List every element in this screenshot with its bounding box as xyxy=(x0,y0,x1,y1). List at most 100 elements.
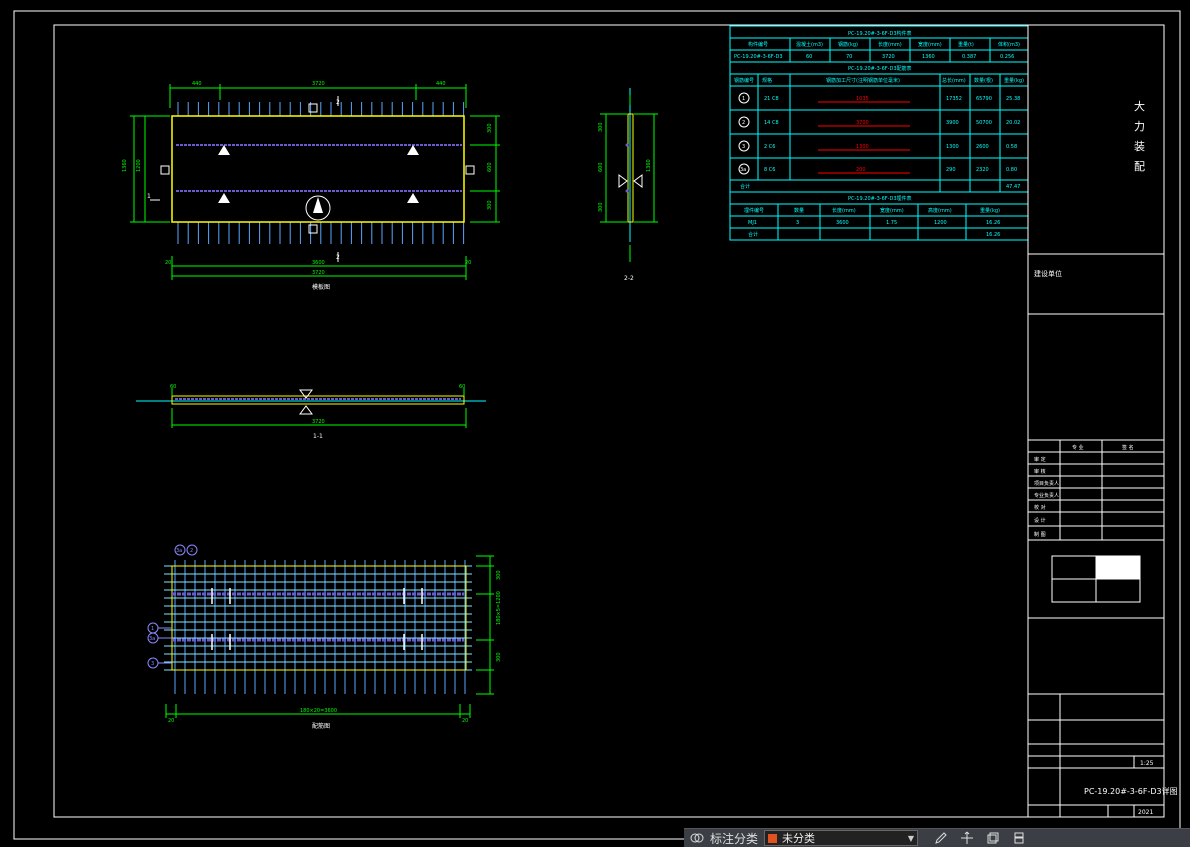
svg-text:PC-19.20#-3-6F-D3配筋表: PC-19.20#-3-6F-D3配筋表 xyxy=(848,65,912,72)
svg-text:混凝土(m3): 混凝土(m3) xyxy=(796,41,823,48)
svg-text:专 业: 专 业 xyxy=(1072,444,1084,451)
svg-text:2: 2 xyxy=(190,548,193,554)
rebar-id: 3 xyxy=(742,144,745,150)
pencil-icon[interactable] xyxy=(932,830,950,846)
svg-text:1360: 1360 xyxy=(646,159,652,172)
date-value: 2021 xyxy=(1138,809,1153,816)
svg-text:钢筋加工尺寸(注明钢筋单位毫米): 钢筋加工尺寸(注明钢筋单位毫米) xyxy=(826,77,900,84)
svg-text:2: 2 xyxy=(336,99,340,106)
plan-view-label: 模板图 xyxy=(312,283,330,291)
rebar-weight: 25.38 xyxy=(1006,96,1020,102)
rebar-length: 1300 xyxy=(946,144,959,150)
svg-text:3600: 3600 xyxy=(836,220,849,226)
svg-text:合计: 合计 xyxy=(748,231,758,238)
svg-text:3a: 3a xyxy=(149,636,155,642)
svg-text:埋件编号: 埋件编号 xyxy=(744,207,764,214)
svg-text:体积(m3): 体积(m3) xyxy=(998,41,1020,48)
svg-text:1200: 1200 xyxy=(136,159,142,172)
svg-text:项目负责人: 项目负责人 xyxy=(1034,480,1059,487)
svg-text:300: 300 xyxy=(598,202,604,212)
construction-unit: 建设单位 xyxy=(1034,269,1062,278)
annotation-scale-icon[interactable] xyxy=(688,830,706,846)
dim-top-left: 440 xyxy=(192,81,202,87)
rebar-weight: 0.80 xyxy=(1006,167,1017,173)
rebar-count: 65790 xyxy=(976,96,992,102)
svg-text:构件编号: 构件编号 xyxy=(748,41,768,48)
svg-text:1200: 1200 xyxy=(934,220,947,226)
rebar-id: 3a xyxy=(740,167,746,173)
dim-top-right: 440 xyxy=(436,81,446,87)
svg-text:60: 60 xyxy=(459,384,465,390)
svg-text:规格: 规格 xyxy=(762,77,772,84)
drawing-name: PC-19.20#-3-6F-D3详图 xyxy=(1084,786,1178,796)
svg-text:MJ1: MJ1 xyxy=(748,220,757,226)
rebar-dim: 1035 xyxy=(856,96,869,102)
layer-select[interactable]: 未分类 ▼ xyxy=(764,830,919,846)
rebar-spec: 21 C8 xyxy=(764,96,779,102)
svg-text:重量(kg): 重量(kg) xyxy=(1004,77,1024,84)
svg-text:0.387: 0.387 xyxy=(962,54,976,60)
svg-text:钢筋编号: 钢筋编号 xyxy=(734,77,754,84)
layer-stack-icon[interactable] xyxy=(1010,830,1028,846)
svg-text:600: 600 xyxy=(598,162,604,172)
dim-rebar: 180×20=3600 xyxy=(300,708,337,714)
svg-text:300: 300 xyxy=(496,652,502,662)
svg-text:300: 300 xyxy=(496,570,502,580)
rebar-length: 3900 xyxy=(946,120,959,126)
rebar-dim: 200 xyxy=(856,167,866,173)
svg-text:审 定: 审 定 xyxy=(1034,456,1046,463)
section-1-1: 60 60 3720 1-1 xyxy=(136,384,486,440)
svg-text:47.47: 47.47 xyxy=(1006,184,1020,190)
rebar-count: 2600 xyxy=(976,144,989,150)
svg-text:60: 60 xyxy=(170,384,176,390)
svg-text:60: 60 xyxy=(806,54,812,60)
svg-text:1: 1 xyxy=(147,193,151,200)
rebar-count: 2320 xyxy=(976,167,989,173)
company-char-2: 力 xyxy=(1134,120,1145,133)
svg-text:0.256: 0.256 xyxy=(1000,54,1014,60)
rebar-dim: 3700 xyxy=(856,120,869,126)
svg-text:3: 3 xyxy=(151,661,154,667)
rebar-view: 3a 2 1 3a 3 300 180×5=1200 300 20 20 180… xyxy=(147,544,502,730)
annotation-category-label: 标注分类 xyxy=(710,831,759,846)
svg-text:宽度(mm): 宽度(mm) xyxy=(918,41,942,48)
section-2-2-label: 2-2 xyxy=(624,275,634,282)
svg-text:校 对: 校 对 xyxy=(1034,504,1046,511)
dim-top-mid: 3720 xyxy=(312,81,325,87)
svg-text:PC-19.20#-3-6F-D3埋件表: PC-19.20#-3-6F-D3埋件表 xyxy=(848,195,912,202)
svg-text:300: 300 xyxy=(598,122,604,132)
cad-drawing-canvas[interactable]: 440 3720 440 2 2 1 1360 1200 300 600 300… xyxy=(0,0,1190,846)
svg-text:1360: 1360 xyxy=(922,54,935,60)
svg-text:20: 20 xyxy=(165,260,171,266)
rebar-id: 1 xyxy=(742,96,745,102)
svg-text:3720: 3720 xyxy=(882,54,895,60)
dim-bottom-inner: 3600 xyxy=(312,260,325,266)
svg-text:16.26: 16.26 xyxy=(986,232,1000,238)
svg-text:180×5=1200: 180×5=1200 xyxy=(496,591,502,625)
svg-text:300: 300 xyxy=(487,200,493,210)
svg-text:70: 70 xyxy=(846,54,852,60)
svg-text:审 核: 审 核 xyxy=(1034,468,1046,475)
svg-text:PC-19.20#-3-6F-D3: PC-19.20#-3-6F-D3 xyxy=(734,54,783,60)
title-block-text: 大 力 装 配 建设单位 专 业 签 名 审 定 审 核 项目负责人 专业负责人… xyxy=(1034,99,1178,816)
svg-text:3a: 3a xyxy=(176,548,182,554)
svg-text:签 名: 签 名 xyxy=(1122,444,1134,451)
svg-text:制 图: 制 图 xyxy=(1034,531,1046,538)
company-char-1: 大 xyxy=(1134,99,1145,113)
rebar-spec: 14 C8 xyxy=(764,120,779,126)
layer-select-value: 未分类 xyxy=(782,832,816,845)
svg-text:20: 20 xyxy=(462,718,468,724)
rebar-id: 2 xyxy=(742,120,745,126)
ratio-value: 1:25 xyxy=(1140,760,1154,767)
svg-text:总长(mm): 总长(mm) xyxy=(942,77,966,84)
svg-text:1360: 1360 xyxy=(122,159,128,172)
copy-icon[interactable] xyxy=(984,830,1002,846)
rebar-spec: 8 C6 xyxy=(764,167,775,173)
svg-text:钢筋(kg): 钢筋(kg) xyxy=(838,41,858,48)
move-icon[interactable] xyxy=(958,830,976,846)
rebar-dim: 1300 xyxy=(856,144,869,150)
rebar-spec: 2 C6 xyxy=(764,144,775,150)
svg-text:长度(mm): 长度(mm) xyxy=(878,41,902,48)
rebar-weight: 0.58 xyxy=(1006,144,1017,150)
svg-text:数量(根): 数量(根) xyxy=(974,77,993,84)
